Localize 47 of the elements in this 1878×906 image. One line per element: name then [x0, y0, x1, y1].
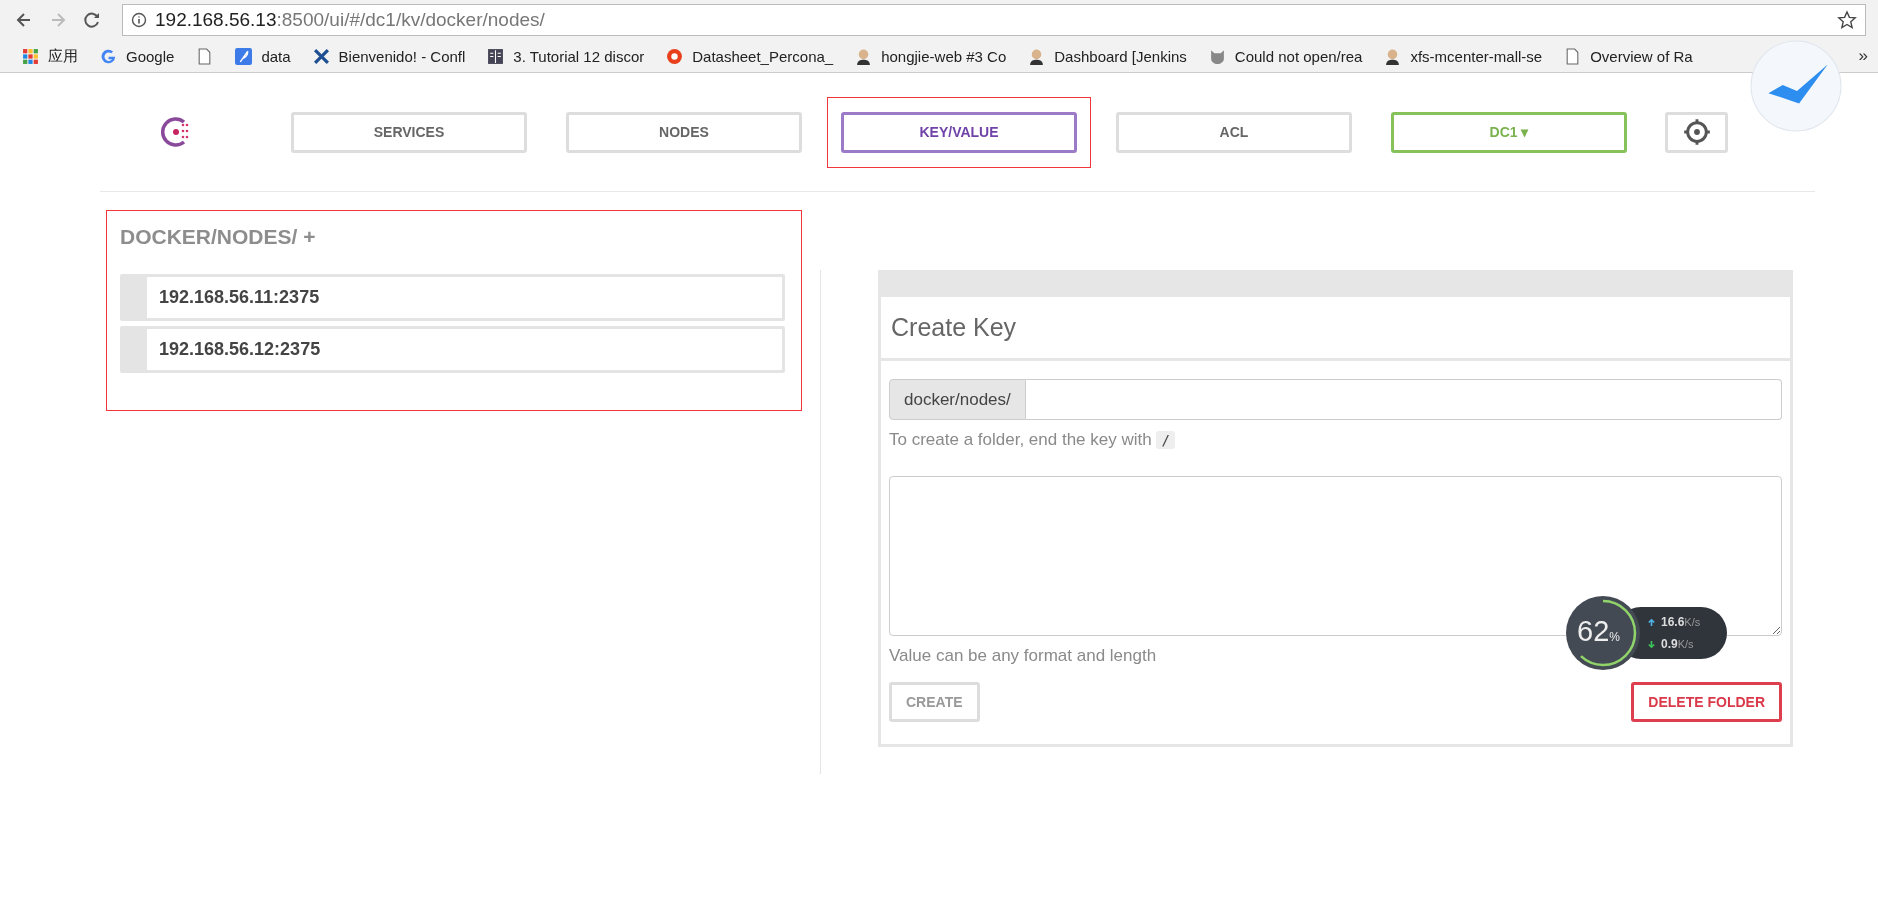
card-title: Create Key: [881, 297, 1790, 361]
bookmark[interactable]: 应用: [22, 46, 78, 66]
key-list-item[interactable]: 192.168.56.11:2375: [120, 274, 785, 321]
bookmark[interactable]: Overview of Ra: [1564, 47, 1693, 65]
folder-title: DOCKER/NODES/ +: [120, 225, 317, 249]
bookmark[interactable]: Datasheet_Percona_: [666, 47, 834, 65]
key-input-field[interactable]: [1025, 379, 1782, 420]
settings-button[interactable]: [1665, 111, 1728, 153]
info-icon: [131, 12, 147, 28]
feather-icon: [235, 47, 253, 65]
bookmark[interactable]: Google: [100, 47, 175, 65]
cross-icon: [312, 47, 330, 65]
person-icon: [855, 47, 873, 65]
usage-percent: 62%: [1577, 615, 1620, 648]
bookmark[interactable]: data: [235, 47, 291, 65]
bookmark[interactable]: 3. Tutorial 12 discor: [487, 47, 645, 65]
address-bar[interactable]: 192.168.56.13:8500/ui/#/dc1/kv/docker/nodes/: [122, 4, 1866, 36]
gear-icon: [1682, 118, 1711, 146]
upload-rate: 16.6K/s: [1661, 615, 1701, 629]
download-arrow-icon: [1647, 639, 1656, 649]
cat-icon: [1208, 47, 1226, 65]
nav-tab[interactable]: KEY/VALUE: [841, 111, 1077, 153]
key-list-item[interactable]: 192.168.56.12:2375: [120, 326, 785, 373]
person-icon: [1384, 47, 1402, 65]
bookmark[interactable]: xfs-mcenter-mall-se: [1384, 47, 1543, 65]
upload-arrow-icon: [1647, 617, 1656, 627]
book-icon: [487, 47, 505, 65]
nav-tab[interactable]: ACL: [1116, 111, 1352, 153]
bird-app-icon[interactable]: [1750, 40, 1842, 132]
nav-tab[interactable]: NODES: [566, 111, 802, 153]
bookmark[interactable]: Could not open/rea: [1208, 47, 1363, 65]
key-prefix-label: docker/nodes/: [889, 379, 1026, 420]
star-icon[interactable]: [1837, 10, 1857, 30]
reload-icon[interactable]: [82, 10, 102, 30]
help-text: To create a folder, end the key with /: [889, 430, 1782, 450]
delete-folder-button[interactable]: DELETE FOLDER: [1631, 682, 1782, 722]
bookmark[interactable]: Bienvenido! - Confl: [312, 47, 466, 65]
nav-tab[interactable]: SERVICES: [291, 111, 527, 153]
more-bookmarks[interactable]: »: [1858, 46, 1868, 66]
bookmark[interactable]: Dashboard [Jenkins: [1028, 47, 1187, 65]
download-rate: 0.9K/s: [1661, 637, 1694, 651]
apps-grid-icon: [22, 47, 39, 65]
ring-icon: [666, 47, 684, 65]
person-icon: [1028, 47, 1046, 65]
letter-g-icon: [100, 47, 117, 65]
help-text: Value can be any format and length: [889, 646, 1158, 666]
bookmark[interactable]: hongjie-web #3 Co: [855, 47, 1007, 65]
